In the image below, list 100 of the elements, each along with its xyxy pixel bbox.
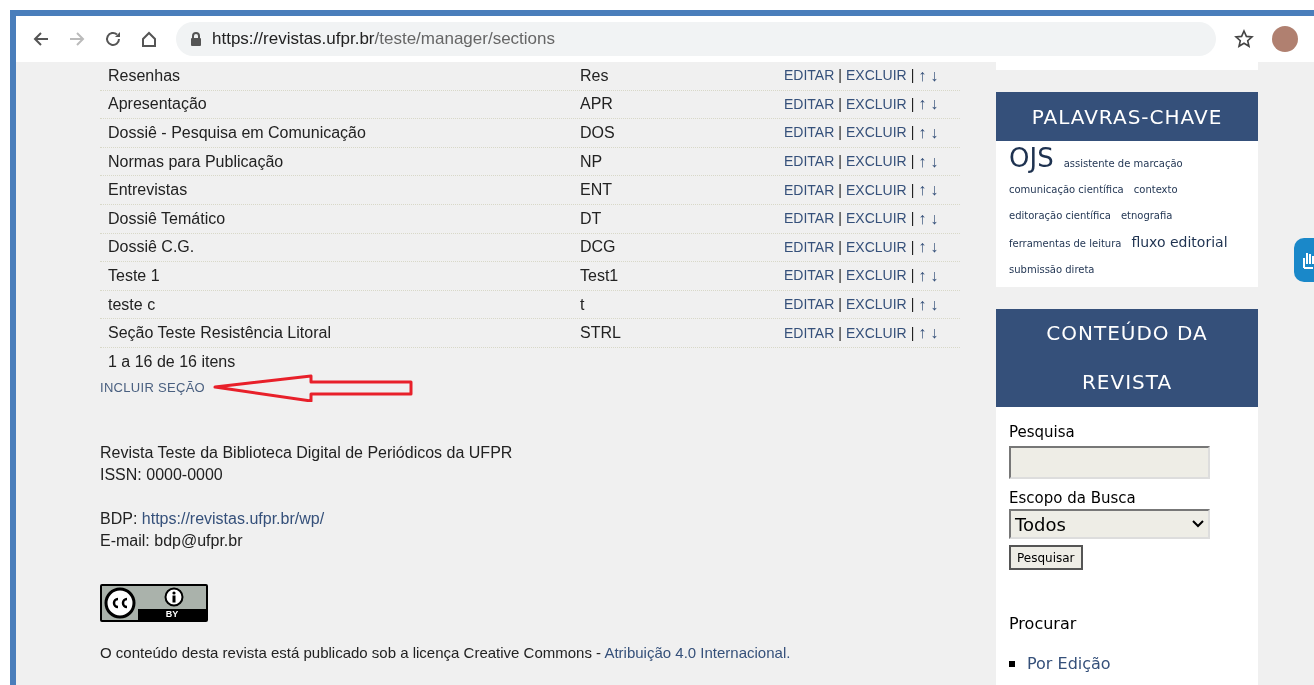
table-cell-text: t (579, 294, 586, 315)
home-icon[interactable] (140, 30, 158, 48)
bullet (1009, 661, 1015, 667)
chevron-down-icon (1192, 520, 1204, 528)
keyword-link[interactable]: editoração científica (1009, 205, 1111, 227)
table-cell-text: teste c (107, 294, 157, 315)
separator: | (910, 237, 915, 257)
action-link[interactable]: EDITAR (784, 65, 835, 87)
footer-text: Revista Teste da Biblioteca Digital de Periódicos da UFPR (100, 442, 514, 463)
sidebar-heading: CONTEÚDO DA REVISTA (996, 309, 1258, 407)
cc-icon (104, 586, 136, 619)
action-link[interactable]: EDITAR (784, 208, 835, 230)
move-arrow-link[interactable]: ↓ (930, 178, 939, 203)
address-bar[interactable]: https://revistas.ufpr.br/teste/manager/sections (176, 22, 1216, 56)
separator: | (910, 180, 915, 200)
browse-heading: Procurar (1009, 613, 1078, 635)
table-cell-text: Dossiê C.G. (107, 237, 196, 258)
back-icon[interactable] (32, 30, 50, 48)
search-field[interactable] (1009, 445, 1210, 479)
search-label: Pesquisa (1009, 422, 1076, 443)
action-link[interactable]: EXCLUIR (845, 322, 907, 344)
table-cell-text: STRL (579, 323, 622, 344)
action-link[interactable]: EXCLUIR (845, 265, 907, 287)
separator: | (910, 123, 915, 143)
table-cell-text: Teste 1 (107, 265, 161, 286)
move-arrow-link[interactable]: ↑ (918, 92, 927, 117)
browse-link[interactable]: Por Edição (1027, 652, 1111, 676)
separator: | (838, 152, 842, 172)
accessibility-button[interactable] (1294, 238, 1314, 282)
action-link[interactable]: EDITAR (784, 151, 835, 173)
url-text: https://revistas.ufpr.br/teste/manager/sections (212, 28, 555, 51)
action-link[interactable]: EXCLUIR (845, 93, 907, 115)
keyword-link[interactable]: submissão direta (1009, 259, 1095, 281)
move-arrow-link[interactable]: ↓ (930, 149, 939, 174)
lock-icon (190, 32, 202, 46)
action-link[interactable]: EXCLUIR (845, 179, 907, 201)
table-cell-text: Resenhas (107, 65, 182, 86)
keyword-link[interactable]: assistente de marcação (1063, 153, 1183, 175)
move-arrow-link[interactable]: ↑ (918, 63, 927, 88)
action-link[interactable]: EXCLUIR (845, 236, 907, 258)
move-arrow-link[interactable]: ↑ (918, 292, 927, 317)
table-cell-text: DCG (579, 237, 617, 258)
bdp-link[interactable]: https://revistas.ufpr.br/wp/ (141, 509, 325, 527)
move-arrow-link[interactable]: ↑ (918, 178, 927, 203)
move-arrow-link[interactable]: ↑ (918, 149, 927, 174)
separator: | (838, 123, 842, 143)
keyword-link[interactable]: contexto (1133, 179, 1178, 201)
action-link[interactable]: EDITAR (784, 322, 835, 344)
star-icon[interactable] (1234, 29, 1254, 49)
table-cell-text: Dossiê - Pesquisa em Comunicação (107, 123, 367, 143)
move-arrow-link[interactable]: ↓ (930, 321, 939, 346)
cc-by-badge[interactable]: BY (100, 583, 208, 622)
move-arrow-link[interactable]: ↓ (930, 63, 939, 88)
separator: | (838, 237, 842, 257)
action-link[interactable]: EDITAR (784, 294, 835, 316)
move-arrow-link[interactable]: ↓ (930, 121, 939, 145)
action-link[interactable]: EDITAR (784, 179, 835, 201)
reload-icon[interactable] (104, 30, 122, 48)
action-link[interactable]: EDITAR (784, 236, 835, 258)
keyword-link[interactable]: ferramentas de leitura (1009, 233, 1122, 255)
move-arrow-link[interactable]: ↑ (918, 206, 927, 231)
move-arrow-link[interactable]: ↓ (930, 292, 939, 317)
action-link[interactable]: EXCLUIR (845, 208, 907, 230)
footer-text: E-mail: bdp@ufpr.br (100, 530, 244, 551)
move-arrow-link[interactable]: ↓ (930, 92, 939, 117)
keyword-link[interactable]: fluxo editorial (1131, 231, 1228, 253)
separator: | (838, 323, 842, 343)
add-section-link[interactable]: INCLUIR SEÇÃO (100, 378, 206, 398)
avatar[interactable] (1272, 26, 1298, 52)
move-arrow-link[interactable]: ↑ (918, 321, 927, 346)
keyword-link[interactable]: comunicação científica (1009, 179, 1124, 201)
move-arrow-link[interactable]: ↑ (918, 235, 927, 260)
move-arrow-link[interactable]: ↓ (930, 263, 939, 288)
action-link[interactable]: EXCLUIR (845, 294, 907, 316)
separator: | (910, 266, 915, 286)
action-link[interactable]: EDITAR (784, 265, 835, 287)
hand-icon (1302, 250, 1314, 270)
action-link[interactable]: EDITAR (784, 122, 835, 144)
table-cell-text: Apresentação (107, 94, 208, 115)
table-cell-text: ENT (579, 180, 613, 201)
table-cell-text: Seção Teste Resistência Litoral (107, 323, 332, 344)
action-link[interactable]: EDITAR (784, 93, 835, 115)
sidebar-heading: PALAVRAS-CHAVE (996, 92, 1258, 141)
move-arrow-link[interactable]: ↑ (918, 121, 927, 145)
scope-select[interactable]: Todos (1009, 509, 1210, 539)
action-link[interactable]: EXCLUIR (845, 122, 907, 144)
scope-label: Escopo da Busca (1009, 487, 1137, 509)
action-link[interactable]: EXCLUIR (845, 151, 907, 173)
separator: | (910, 323, 915, 343)
separator: | (910, 94, 915, 114)
separator: | (838, 180, 842, 200)
move-arrow-link[interactable]: ↑ (918, 263, 927, 288)
table-cell-text: Normas para Publicação (107, 151, 285, 172)
move-arrow-link[interactable]: ↓ (930, 235, 939, 260)
move-arrow-link[interactable]: ↓ (930, 206, 939, 231)
search-button[interactable]: Pesquisar (1009, 545, 1083, 570)
action-link[interactable]: EXCLUIR (845, 65, 907, 87)
table-cell-text: Entrevistas (107, 180, 189, 201)
license-link[interactable]: Atribuição 4.0 Internacional. (604, 643, 791, 661)
keyword-link[interactable]: etnografia (1120, 205, 1173, 227)
